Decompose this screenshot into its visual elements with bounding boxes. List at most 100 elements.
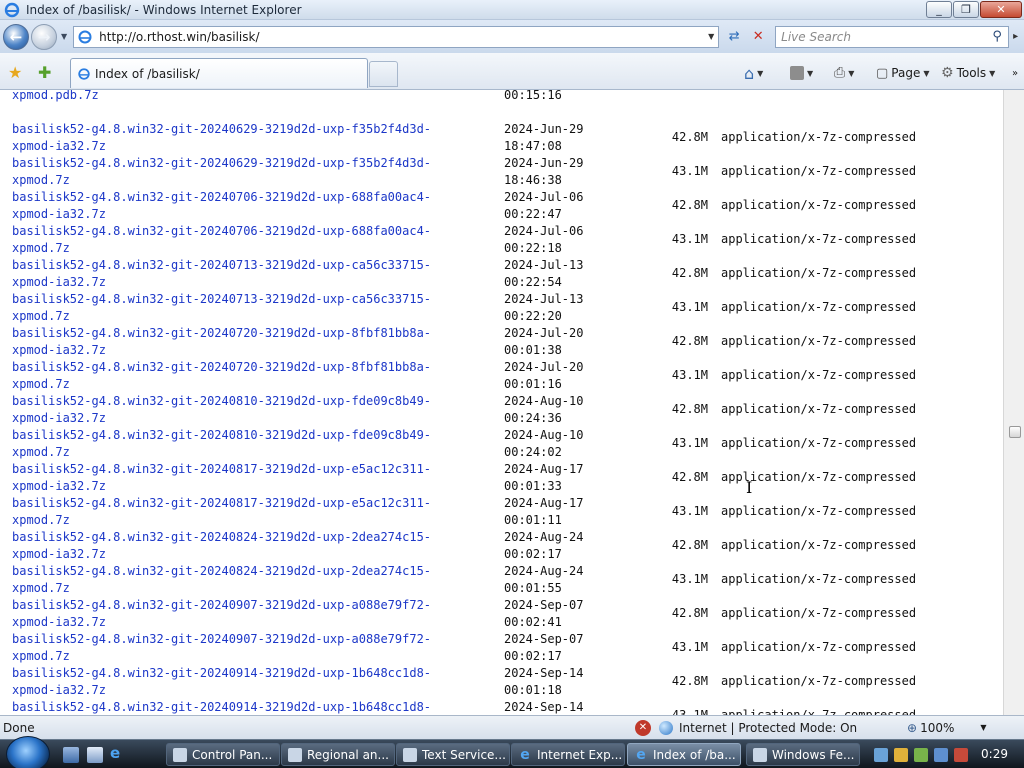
taskbar-button-label: Index of /ba... — [653, 747, 736, 762]
security-tray-icon[interactable] — [894, 747, 908, 762]
file-link[interactable]: basilisk52-g4.8.win32-git-20240629-3219d… — [12, 155, 482, 189]
file-size: 42.8M — [671, 402, 708, 416]
recent-pages-dropdown[interactable]: ▼ — [61, 32, 67, 41]
switch-windows-icon[interactable] — [87, 747, 103, 763]
taskbar-button[interactable]: Regional an... — [281, 743, 395, 766]
feeds-dropdown-icon[interactable]: ▼ — [807, 69, 813, 78]
file-link[interactable]: xpmod.pdb.7z — [12, 90, 482, 104]
taskbar-button[interactable]: Control Pan... — [166, 743, 280, 766]
command-overflow-icon[interactable]: » — [1012, 61, 1018, 85]
zoom-dropdown-icon[interactable]: ▼ — [980, 723, 986, 732]
file-link[interactable]: basilisk52-g4.8.win32-git-20240914-3219d… — [12, 665, 482, 699]
file-size: 42.8M — [671, 606, 708, 620]
windows-features-icon — [753, 747, 767, 762]
taskbar-button[interactable]: Text Service... — [396, 743, 510, 766]
file-date: 2024-Aug-24 00:02:17 — [504, 530, 584, 561]
new-tab-button[interactable] — [369, 61, 398, 87]
scrollbar-grip[interactable] — [1009, 426, 1021, 438]
file-link[interactable]: basilisk52-g4.8.win32-git-20240706-3219d… — [12, 223, 482, 257]
show-desktop-icon[interactable] — [63, 747, 79, 763]
home-dropdown-icon[interactable]: ▼ — [757, 69, 763, 78]
taskbar-button[interactable]: Windows Fe... — [746, 743, 860, 766]
file-type: application/x-7z-compressed — [721, 538, 917, 552]
file-link[interactable]: basilisk52-g4.8.win32-git-20240817-3219d… — [12, 495, 482, 529]
tab-index-of-basilisk[interactable]: Index of /basilisk/ — [70, 58, 368, 88]
back-button[interactable]: ← — [3, 23, 29, 50]
file-date: 2024-Jul-06 00:22:18 — [504, 224, 584, 255]
file-link[interactable]: basilisk52-g4.8.win32-git-20240907-3219d… — [12, 631, 482, 665]
file-type: application/x-7z-compressed — [721, 334, 917, 348]
navigation-bar: ← → ▼ http://o.rthost.win/basilisk/ ▼ ⇄ … — [0, 20, 1024, 53]
list-item: basilisk52-g4.8.win32-git-20240817-3219d… — [12, 461, 1002, 495]
tools-menu-label: Tools — [956, 66, 987, 80]
file-size: 43.1M — [671, 436, 708, 450]
file-link[interactable]: basilisk52-g4.8.win32-git-20240706-3219d… — [12, 189, 482, 223]
taskbar-button[interactable]: e Index of /ba... — [627, 743, 741, 766]
blocked-content-icon[interactable]: ✕ — [635, 719, 651, 736]
start-button[interactable] — [6, 736, 50, 768]
file-link[interactable]: basilisk52-g4.8.win32-git-20240629-3219d… — [12, 121, 482, 155]
file-date: 2024-Aug-17 00:01:11 — [504, 496, 584, 527]
file-date: 2024-Sep-1400:00:57 — [504, 700, 584, 714]
search-input[interactable]: Live Search — [781, 30, 986, 44]
file-type: application/x-7z-compressed — [721, 436, 917, 450]
page-menu[interactable]: ▢ Page ▼ — [876, 61, 930, 85]
file-date: 2024-Jul-13 00:22:20 — [504, 292, 584, 323]
search-icon[interactable]: ⚲ — [986, 29, 1008, 44]
file-size: 42.8M — [671, 130, 708, 144]
close-button[interactable]: ✕ — [980, 1, 1022, 18]
address-bar[interactable]: http://o.rthost.win/basilisk/ ▼ — [73, 25, 720, 48]
printer-icon: ⎙ — [834, 65, 846, 81]
file-link[interactable]: basilisk52-g4.8.win32-git-20240713-3219d… — [12, 291, 482, 325]
feeds-button[interactable]: ▼ — [790, 61, 813, 85]
maximize-button[interactable]: ❐ — [953, 1, 979, 18]
list-item: basilisk52-g4.8.win32-git-20240824-3219d… — [12, 563, 1002, 597]
add-favorites-icon[interactable]: ✚ — [38, 63, 51, 82]
minimize-button[interactable]: _ — [926, 1, 952, 18]
clock[interactable]: 0:29 — [981, 747, 1008, 761]
search-box[interactable]: Live Search ⚲ — [775, 25, 1010, 48]
address-url[interactable]: http://o.rthost.win/basilisk/ — [99, 30, 704, 44]
print-button[interactable]: ⎙ ▼ — [834, 61, 854, 85]
file-link[interactable]: basilisk52-g4.8.win32-git-20240810-3219d… — [12, 427, 482, 461]
file-link[interactable]: basilisk52-g4.8.win32-git-20240720-3219d… — [12, 359, 482, 393]
file-size: 43.1M — [671, 572, 708, 586]
file-type: application/x-7z-compressed — [721, 606, 917, 620]
file-link[interactable]: basilisk52-g4.8.win32-git-20240720-3219d… — [12, 325, 482, 359]
search-options-icon[interactable]: ▸ — [1013, 31, 1018, 42]
display-tray-icon[interactable] — [934, 747, 948, 762]
file-link[interactable]: basilisk52-g4.8.win32-git-20240713-3219d… — [12, 257, 482, 291]
favorites-star-icon[interactable]: ★ — [8, 63, 22, 82]
tools-dropdown-icon: ▼ — [989, 68, 996, 78]
zoom-level[interactable]: 100% — [920, 721, 954, 735]
file-link[interactable]: basilisk52-g4.8.win32-git-20240907-3219d… — [12, 597, 482, 631]
vertical-scrollbar[interactable] — [1003, 90, 1024, 715]
file-type: application/x-7z-compressed — [721, 708, 917, 715]
file-link[interactable]: basilisk52-g4.8.win32-git-20240824-3219d… — [12, 529, 482, 563]
feeds-icon — [790, 66, 804, 80]
stop-button[interactable]: ✕ — [747, 26, 769, 48]
file-link[interactable]: basilisk52-g4.8.win32-git-20240810-3219d… — [12, 393, 482, 427]
list-item: basilisk52-g4.8.win32-git-20240629-3219d… — [12, 155, 1002, 189]
address-dropdown-icon[interactable]: ▼ — [704, 32, 718, 41]
file-link[interactable]: basilisk52-g4.8.win32-git-20240817-3219d… — [12, 461, 482, 495]
security-zone-text[interactable]: Internet | Protected Mode: On — [679, 721, 899, 735]
home-button[interactable]: ⌂ ▼ — [744, 61, 763, 85]
tab-command-bar: ★ ✚ Index of /basilisk/ ⌂ ▼ ▼ ⎙ ▼ ▢ Page ▼ ⚙… — [0, 53, 1024, 90]
volume-muted-icon[interactable] — [954, 747, 968, 762]
tools-menu[interactable]: ⚙ Tools ▼ — [941, 61, 995, 85]
file-link[interactable]: basilisk52-g4.8.win32-git-20240824-3219d… — [12, 563, 482, 597]
update-tray-icon[interactable] — [914, 747, 928, 762]
taskbar-button[interactable]: e Internet Exp... — [511, 743, 625, 766]
file-type: application/x-7z-compressed — [721, 232, 917, 246]
network-tray-icon[interactable] — [874, 747, 888, 762]
ie-quicklaunch-icon[interactable]: e — [110, 744, 126, 762]
zoom-icon[interactable]: ⊕ — [907, 721, 917, 735]
print-dropdown-icon[interactable]: ▼ — [848, 69, 854, 78]
file-type: application/x-7z-compressed — [721, 266, 917, 280]
gear-icon: ⚙ — [941, 65, 954, 81]
file-link[interactable]: basilisk52-g4.8.win32-git-20240914-3219d… — [12, 699, 482, 715]
refresh-button[interactable]: ⇄ — [723, 26, 745, 48]
file-type: application/x-7z-compressed — [721, 402, 917, 416]
forward-button[interactable]: → — [31, 23, 57, 50]
